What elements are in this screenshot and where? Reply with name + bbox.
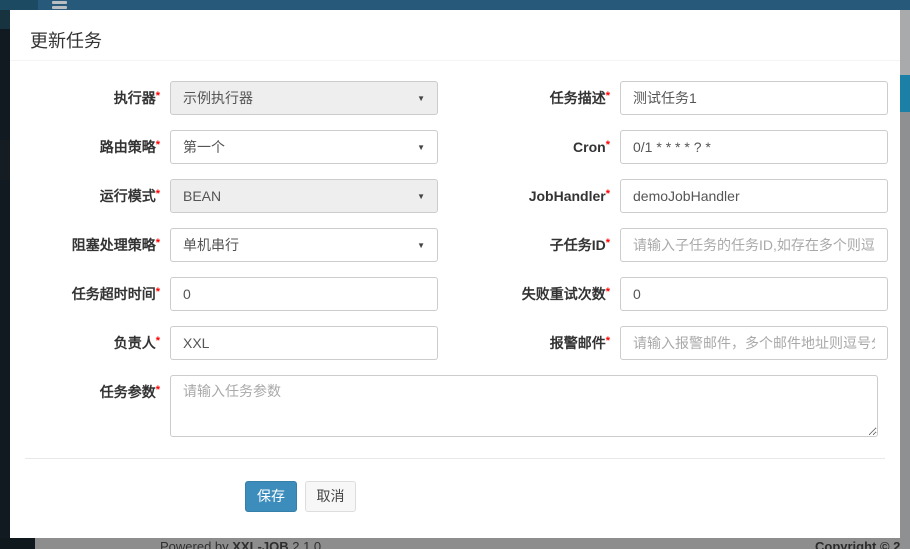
required-asterisk: * xyxy=(606,139,610,151)
footer-brand: XXL-JOB xyxy=(232,539,288,549)
chevron-down-icon: ▼ xyxy=(417,94,425,103)
footer-powered-by: Powered by XXL-JOB 2.1.0 xyxy=(160,539,321,549)
route-strategy-select-value: 第一个 xyxy=(183,137,225,157)
update-task-modal: 更新任务 执行器* 示例执行器 ▼ 任务描述* 路由策略* 第一个 ▼ xyxy=(10,10,900,538)
block-strategy-select[interactable]: 单机串行 ▼ xyxy=(170,228,438,262)
glue-type-label: 运行模式* xyxy=(10,179,160,213)
required-asterisk: * xyxy=(606,188,610,200)
page: Powered by XXL-JOB 2.1.0 Copyright © 2 更… xyxy=(0,0,910,549)
job-desc-label: 任务描述* xyxy=(460,81,610,115)
required-asterisk: * xyxy=(156,139,160,151)
executor-label: 执行器* xyxy=(10,81,160,115)
executor-select[interactable]: 示例执行器 ▼ xyxy=(170,81,438,115)
sidebar-segment xyxy=(0,140,10,180)
timeout-input[interactable] xyxy=(170,277,438,311)
form-row-executor: 执行器* 示例执行器 ▼ 任务描述* xyxy=(10,81,900,115)
route-strategy-label: 路由策略* xyxy=(10,130,160,164)
job-param-textarea[interactable] xyxy=(170,375,878,437)
job-desc-input[interactable] xyxy=(620,81,888,115)
cron-input[interactable] xyxy=(620,130,888,164)
chevron-down-icon: ▼ xyxy=(417,143,425,152)
author-label: 负责人* xyxy=(10,326,160,360)
block-strategy-label: 阻塞处理策略* xyxy=(10,228,160,262)
sidebar-strip xyxy=(0,10,10,549)
hamburger-menu-icon[interactable] xyxy=(52,1,67,10)
alarm-email-label: 报警邮件* xyxy=(460,326,610,360)
required-asterisk: * xyxy=(606,90,610,102)
page-footer: Powered by XXL-JOB 2.1.0 Copyright © 2 xyxy=(35,538,900,549)
top-navbar xyxy=(0,0,910,10)
required-asterisk: * xyxy=(156,286,160,298)
child-jobid-label: 子任务ID* xyxy=(460,228,610,262)
fail-retry-input[interactable] xyxy=(620,277,888,311)
form-row-job-param: 任务参数* xyxy=(10,375,900,437)
scrollbar-track[interactable] xyxy=(900,10,910,75)
divider xyxy=(25,458,885,459)
chevron-down-icon: ▼ xyxy=(417,241,425,250)
form-row-route-cron: 路由策略* 第一个 ▼ Cron* xyxy=(10,130,900,164)
sidebar-segment xyxy=(0,10,10,29)
save-button[interactable]: 保存 xyxy=(245,481,297,512)
scrollbar-thumb[interactable] xyxy=(900,75,910,112)
required-asterisk: * xyxy=(156,90,160,102)
required-asterisk: * xyxy=(156,384,160,396)
chevron-down-icon: ▼ xyxy=(417,192,425,201)
navbar-logo-area xyxy=(0,0,38,10)
route-strategy-select[interactable]: 第一个 ▼ xyxy=(170,130,438,164)
job-handler-label: JobHandler* xyxy=(460,179,610,213)
form-row-timeout-retry: 任务超时时间* 失败重试次数* xyxy=(10,277,900,311)
required-asterisk: * xyxy=(606,335,610,347)
job-param-label: 任务参数* xyxy=(10,375,160,409)
block-strategy-select-value: 单机串行 xyxy=(183,235,239,255)
required-asterisk: * xyxy=(156,188,160,200)
fail-retry-label: 失败重试次数* xyxy=(460,277,610,311)
cron-label: Cron* xyxy=(460,130,610,164)
form-row-gluetype-handler: 运行模式* BEAN ▼ JobHandler* xyxy=(10,179,900,213)
cancel-button[interactable]: 取消 xyxy=(305,481,356,512)
required-asterisk: * xyxy=(606,286,610,298)
sidebar-bottom-strip xyxy=(0,538,35,549)
glue-type-select-value: BEAN xyxy=(183,188,221,204)
update-task-form: 执行器* 示例执行器 ▼ 任务描述* 路由策略* 第一个 ▼ Cron* xyxy=(10,10,900,538)
child-jobid-input[interactable] xyxy=(620,228,888,262)
glue-type-select[interactable]: BEAN ▼ xyxy=(170,179,438,213)
job-handler-input[interactable] xyxy=(620,179,888,213)
footer-copyright: Copyright © 2 xyxy=(815,539,900,549)
required-asterisk: * xyxy=(606,237,610,249)
vertical-scrollbar[interactable] xyxy=(900,10,910,549)
required-asterisk: * xyxy=(156,335,160,347)
executor-select-value: 示例执行器 xyxy=(183,88,253,108)
form-row-author-email: 负责人* 报警邮件* xyxy=(10,326,900,360)
timeout-label: 任务超时时间* xyxy=(10,277,160,311)
required-asterisk: * xyxy=(156,237,160,249)
author-input[interactable] xyxy=(170,326,438,360)
form-row-block-childid: 阻塞处理策略* 单机串行 ▼ 子任务ID* xyxy=(10,228,900,262)
alarm-email-input[interactable] xyxy=(620,326,888,360)
